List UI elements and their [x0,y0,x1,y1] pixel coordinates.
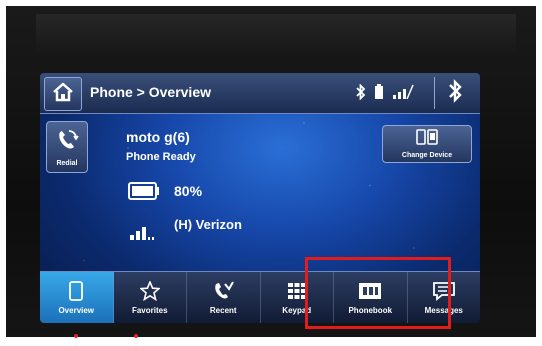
tab-label: Overview [58,306,95,315]
home-button[interactable] [44,77,82,111]
carrier-name: (H) Verizon [174,217,242,232]
car-dashboard-photo: Phone > Overview Redial moto g(6) Phone … [6,6,536,338]
phone-signal-icon [392,84,414,105]
phone-icon [69,281,84,303]
star-icon [138,279,161,303]
tab-recent[interactable]: Recent [187,272,261,323]
change-device-icon [415,129,439,150]
status-icons [356,83,414,105]
phone-battery-icon [374,84,384,105]
header-bar: Phone > Overview [40,73,480,114]
keypad-icon [287,281,307,303]
change-device-label: Change Device [401,152,453,159]
tab-label: Favorites [131,306,168,315]
battery-percentage: 80% [174,183,203,199]
tab-favorites[interactable]: Favorites [114,272,187,323]
signal-strength-icon [130,223,164,246]
tab-overview[interactable]: Overview [40,272,114,323]
bluetooth-button[interactable] [434,77,475,109]
dashboard-lights [46,328,166,338]
redial-label: Redial [56,160,78,167]
recent-call-icon [212,281,235,303]
redial-button[interactable]: Redial [46,121,88,173]
home-icon [52,82,74,107]
device-status: Phone Ready [126,151,196,163]
bluetooth-icon [448,78,462,108]
breadcrumb: Phone > Overview [90,84,211,100]
redial-phone-icon [54,127,80,158]
highlight-annotation [305,257,451,329]
battery-level-icon [128,182,160,205]
tab-label: Recent [209,306,237,315]
change-device-button[interactable]: Change Device [382,125,472,163]
bezel-glare [36,14,516,54]
bluetooth-status-icon [356,83,366,105]
device-name: moto g(6) [126,129,190,145]
